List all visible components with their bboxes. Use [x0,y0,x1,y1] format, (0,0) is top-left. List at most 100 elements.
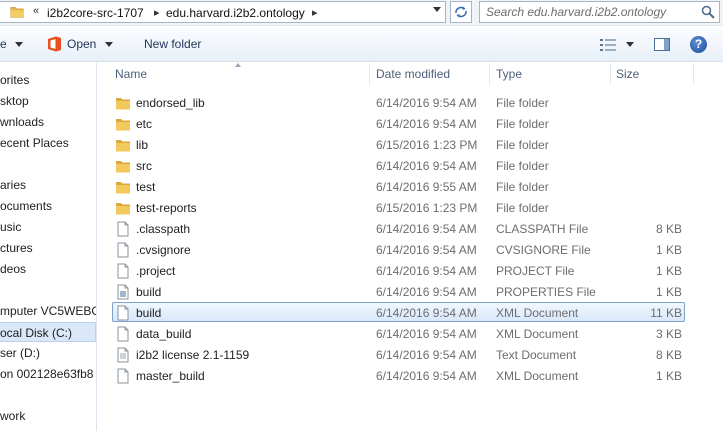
preview-pane-icon[interactable] [654,38,670,51]
file-name: data_build [136,327,192,341]
file-type: File folder [496,117,549,131]
nav-item-downloads[interactable]: wnloads [0,112,96,132]
nav-item-favorites[interactable]: orites [0,70,96,90]
file-type: CVSIGNORE File [496,243,591,257]
breadcrumb-separator-icon[interactable]: ▸ [154,6,160,19]
folder-icon [115,95,131,111]
file-date-modified: 6/14/2016 9:54 AM [376,327,477,341]
nav-item-documents[interactable]: ocuments [0,196,96,216]
open-button[interactable]: Open [67,37,96,51]
file-name: src [136,159,152,173]
file-name: etc [136,117,153,131]
column-divider[interactable] [369,63,370,85]
file-date-modified: 6/14/2016 9:54 AM [376,222,477,236]
new-folder-button[interactable]: New folder [144,37,201,51]
view-dropdown-icon[interactable] [626,42,634,47]
refresh-icon [455,6,467,18]
file-list[interactable]: Name Date modified Type Size endorsed_li… [98,63,723,431]
nav-item-recent-places[interactable]: ecent Places [0,133,96,153]
address-row: « i2b2core-src-1707 ▸ edu.harvard.i2b2.o… [0,0,723,26]
file-icon [115,305,131,321]
file-type: File folder [496,138,549,152]
file-row[interactable]: lib 6/15/2016 1:23 PM File folder [112,134,685,154]
nav-item-user-d[interactable]: ser (D:) [0,343,96,363]
breadcrumb-separator-icon[interactable]: ▸ [312,6,318,19]
file-type: CLASSPATH File [496,222,589,236]
file-date-modified: 6/15/2016 1:23 PM [376,201,478,215]
file-name: .classpath [136,222,191,236]
nav-item-desktop[interactable]: sktop [0,91,96,111]
folder-icon [115,200,131,216]
search-icon[interactable] [701,5,715,19]
search-box[interactable] [479,1,720,23]
file-row[interactable]: test-reports 6/15/2016 1:23 PM File folder [112,197,685,217]
file-date-modified: 6/14/2016 9:55 AM [376,180,477,194]
file-icon [115,368,131,384]
file-name: endorsed_lib [136,96,205,110]
file-row[interactable]: i2b2 license 2.1-1159 6/14/2016 9:54 AM Te… [112,344,685,364]
file-size: 3 KB [655,327,682,341]
file-row[interactable]: etc 6/14/2016 9:54 AM File folder [112,113,685,133]
column-header-type[interactable]: Type [496,63,522,85]
file-icon [115,263,131,279]
file-name: master_build [136,369,205,383]
column-divider[interactable] [489,63,490,85]
file-row[interactable]: build 6/14/2016 9:54 AM PROPERTIES File 1 K… [112,281,685,301]
help-icon[interactable]: ? [690,36,707,53]
file-size: 8 KB [655,222,682,236]
folder-icon [10,7,24,18]
nav-item-pictures[interactable]: ctures [0,238,96,258]
file-type: File folder [496,96,549,110]
file-date-modified: 6/14/2016 9:54 AM [376,243,477,257]
file-type: XML Document [496,306,579,320]
nav-item-videos[interactable]: deos [0,259,96,279]
open-dropdown-icon[interactable] [105,42,113,47]
nav-item-network[interactable]: work [0,406,96,426]
file-date-modified: 6/14/2016 9:54 AM [376,348,477,362]
organize-button[interactable]: e [0,37,7,51]
search-input[interactable] [486,5,686,19]
nav-item-computer[interactable]: mputer VC5WEBGR [0,301,96,321]
file-date-modified: 6/14/2016 9:54 AM [376,285,477,299]
file-row[interactable]: endorsed_lib 6/14/2016 9:54 AM File folder [112,92,685,112]
folder-icon [115,137,131,153]
folder-icon [115,158,131,174]
file-row[interactable]: .project 6/14/2016 9:54 AM PROJECT File 1 K… [112,260,685,280]
file-name: build [136,285,162,299]
column-header-size[interactable]: Size [616,63,639,85]
file-row[interactable]: .cvsignore 6/14/2016 9:54 AM CVSIGNORE Fil… [112,239,685,259]
file-row[interactable]: test 6/14/2016 9:55 AM File folder [112,176,685,196]
file-date-modified: 6/14/2016 9:54 AM [376,369,477,383]
file-size: 1 KB [655,369,682,383]
address-bar[interactable]: « i2b2core-src-1707 ▸ edu.harvard.i2b2.o… [0,1,446,23]
column-header-name[interactable]: Name [115,63,147,85]
file-row[interactable]: data_build 6/14/2016 9:54 AM XML Document 3… [112,323,685,343]
file-type: PROPERTIES File [496,285,596,299]
file-date-modified: 6/15/2016 1:23 PM [376,138,478,152]
file-type: XML Document [496,369,579,383]
file-size: 1 KB [655,243,682,257]
file-row[interactable]: src 6/14/2016 9:54 AM File folder [112,155,685,175]
breadcrumb-item[interactable]: i2b2core-src-1707 [47,6,144,20]
office-icon [48,36,61,52]
file-name: .cvsignore [136,243,191,257]
nav-item-drive[interactable]: on 002128e63fb8 [0,364,96,384]
file-row[interactable]: master_build 6/14/2016 9:54 AM XML Documen… [112,365,685,385]
file-row[interactable]: .classpath 6/14/2016 9:54 AM CLASSPATH Fil… [112,218,685,238]
nav-item-libraries[interactable]: aries [0,175,96,195]
column-divider[interactable] [610,63,611,85]
navigation-pane[interactable]: orites sktop wnloads ecent Places aries … [0,63,97,431]
refresh-button[interactable] [450,1,472,23]
organize-dropdown-icon[interactable] [15,42,23,47]
column-divider[interactable] [693,63,694,85]
column-header-date[interactable]: Date modified [376,63,450,85]
nav-item-local-disk-c[interactable]: ocal Disk (C:) [0,322,96,342]
folder-icon [115,116,131,132]
file-icon [115,242,131,258]
file-row[interactable]: build 6/14/2016 9:54 AM XML Document 11 KB [112,302,685,322]
view-options-icon[interactable] [600,39,616,54]
address-dropdown-icon[interactable] [433,7,441,12]
breadcrumb-item[interactable]: edu.harvard.i2b2.ontology [166,6,305,20]
nav-item-music[interactable]: usic [0,217,96,237]
overflow-chevron-icon[interactable]: « [33,5,39,17]
